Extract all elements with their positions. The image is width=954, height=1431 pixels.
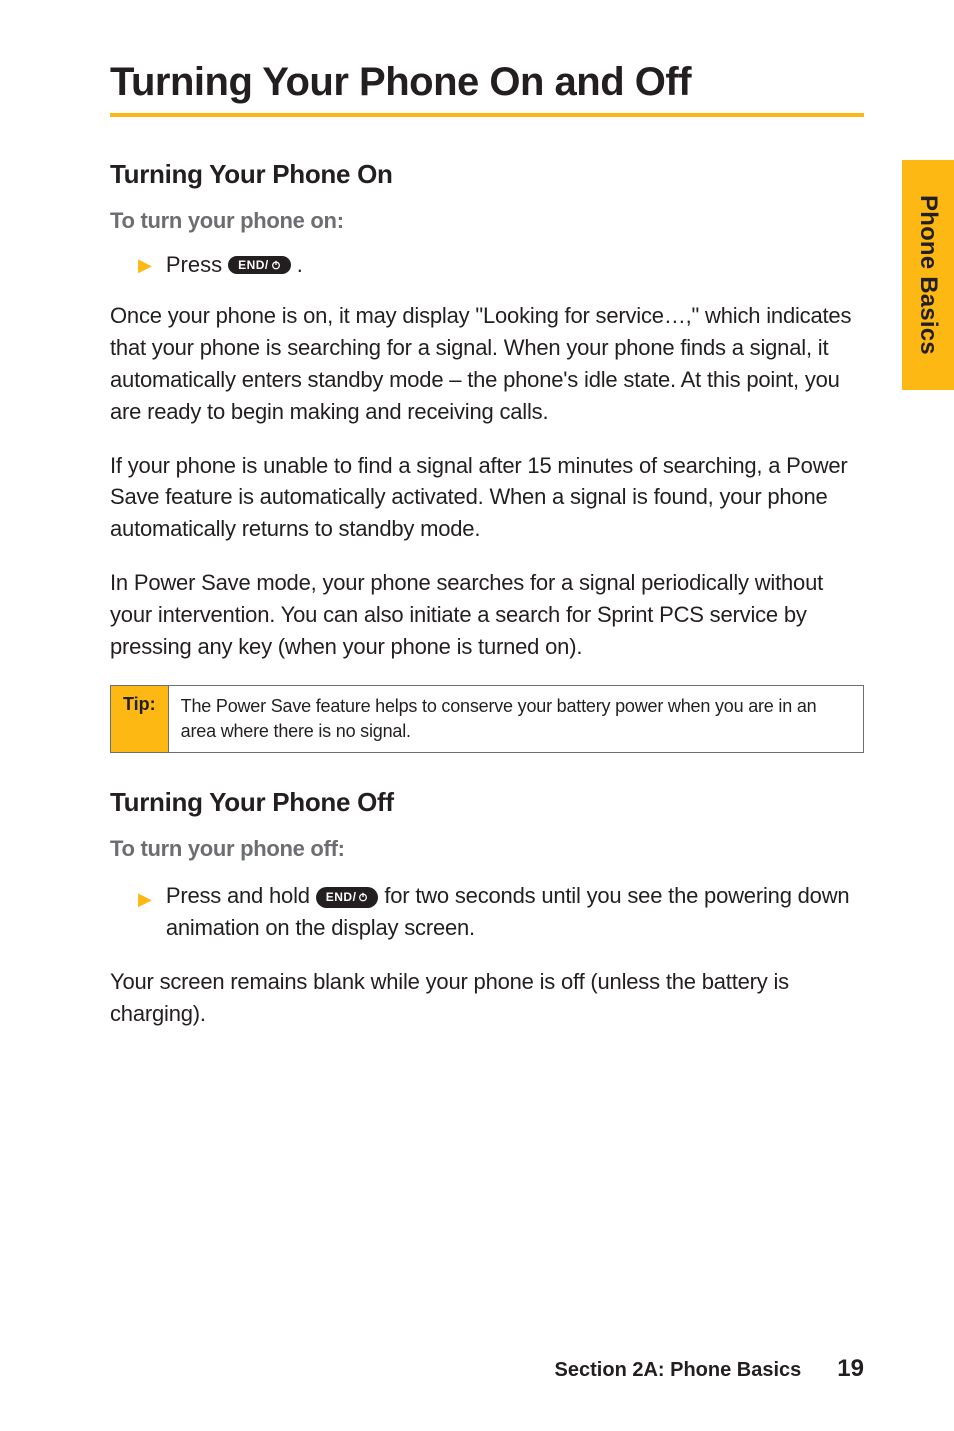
heading-turning-off: Turning Your Phone Off (110, 787, 864, 818)
lead-turn-on: To turn your phone on: (110, 208, 864, 234)
bullet-press-end-on: ▶ Press END/ . (138, 252, 864, 278)
bullet-triangle-icon: ▶ (138, 886, 152, 944)
footer-page-number: 19 (837, 1355, 864, 1383)
page-content: Turning Your Phone On and Off Turning Yo… (0, 0, 954, 1431)
bullet-suffix: . (297, 252, 303, 278)
end-key-icon: END/ (228, 256, 291, 274)
tip-box: Tip: The Power Save feature helps to con… (110, 685, 864, 753)
para-on-3: In Power Save mode, your phone searches … (110, 567, 864, 663)
bullet-prefix: Press (166, 252, 222, 278)
lead-turn-off: To turn your phone off: (110, 836, 864, 862)
page-title: Turning Your Phone On and Off (110, 60, 864, 105)
bullet-text: Press and hold END/ for two seconds unti… (166, 880, 864, 944)
bullet-triangle-icon: ▶ (138, 255, 152, 276)
heading-turning-on: Turning Your Phone On (110, 159, 864, 190)
bullet-off-pre: Press and hold (166, 883, 310, 908)
page-footer: Section 2A: Phone Basics 19 (555, 1355, 864, 1383)
para-on-1: Once your phone is on, it may display "L… (110, 300, 864, 428)
power-icon (358, 892, 368, 902)
end-key-label: END/ (238, 258, 269, 272)
footer-section: Section 2A: Phone Basics (555, 1359, 802, 1382)
para-on-2: If your phone is unable to find a signal… (110, 450, 864, 546)
tip-body: The Power Save feature helps to conserve… (169, 686, 863, 752)
bullet-press-end-off: ▶ Press and hold END/ for two seconds un… (138, 880, 864, 944)
power-icon (271, 260, 281, 270)
title-rule (110, 113, 864, 117)
end-key-label: END/ (326, 889, 357, 906)
bullet-text: Press END/ . (166, 252, 303, 278)
end-key-icon: END/ (316, 887, 379, 908)
para-off-1: Your screen remains blank while your pho… (110, 966, 864, 1030)
tip-label: Tip: (111, 686, 169, 752)
